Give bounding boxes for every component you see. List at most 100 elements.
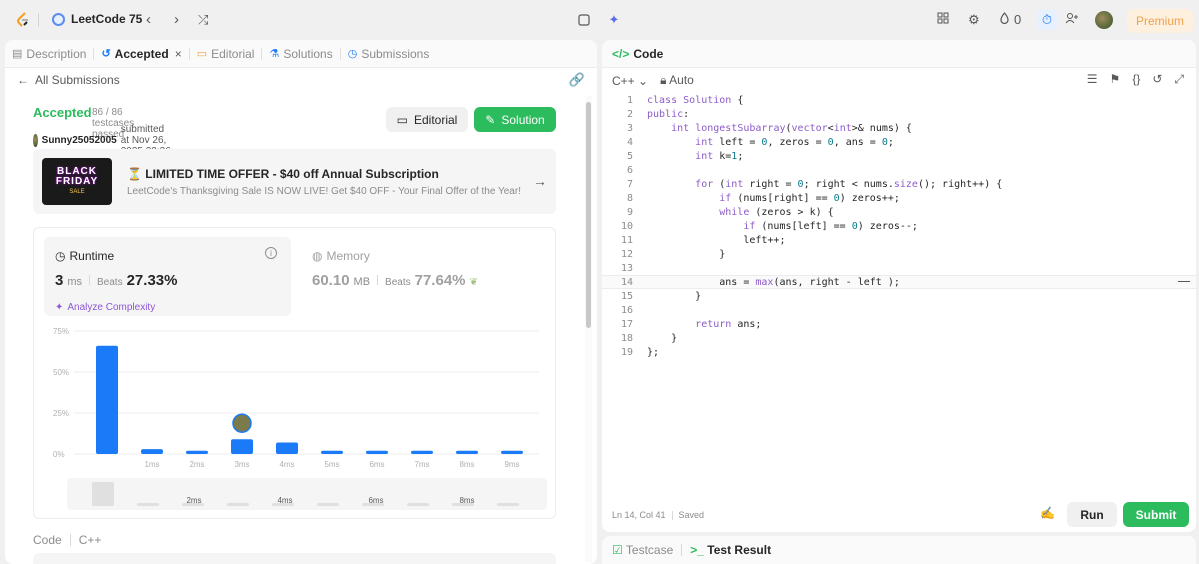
code-line[interactable]: 16 bbox=[602, 303, 1196, 317]
hint-icon[interactable]: ✍ bbox=[1040, 506, 1055, 520]
tab-testcase[interactable]: ☑ Testcase bbox=[612, 543, 673, 557]
description-icon: ▤ bbox=[12, 48, 23, 60]
code-panel-title: Code bbox=[633, 46, 664, 61]
runtime-value: 3 ms Beats 27.33% bbox=[55, 272, 177, 289]
x-tick-label: 5ms bbox=[324, 460, 339, 469]
code-text: if (nums[right] == 0) zeros++; bbox=[719, 192, 900, 204]
clock-icon: ◷ bbox=[55, 249, 66, 263]
solution-button[interactable]: ✎ Solution bbox=[474, 107, 556, 132]
language-select[interactable]: C++ ⌄ bbox=[612, 74, 648, 88]
analyze-complexity-button[interactable]: ✦ Analyze Complexity bbox=[55, 302, 155, 313]
chart-bar[interactable] bbox=[456, 450, 478, 454]
username-link[interactable]: Sunny25052005 bbox=[42, 135, 117, 146]
promo-banner[interactable]: BLACK FRIDAY SALE ⏳ LIMITED TIME OFFER -… bbox=[33, 149, 556, 214]
streak-button[interactable]: 0 bbox=[999, 12, 1021, 27]
code-line[interactable]: 11 left++; bbox=[602, 233, 1196, 247]
range-bar bbox=[92, 482, 114, 506]
code-line[interactable]: 8 if (nums[right] == 0) zeros++; bbox=[602, 191, 1196, 205]
note-icon bbox=[578, 14, 590, 26]
editor-actions: ☰ ⚑ {} ↺ ⤢ bbox=[1087, 72, 1184, 87]
tab-solutions[interactable]: ⚗ Solutions bbox=[262, 40, 339, 68]
timer-button[interactable]: ⏱ bbox=[1037, 10, 1057, 30]
chart-bar[interactable] bbox=[96, 345, 118, 454]
code-line[interactable]: 18 } bbox=[602, 331, 1196, 345]
run-button[interactable]: Run bbox=[1067, 502, 1117, 527]
reset-icon[interactable]: ↺ bbox=[1152, 72, 1162, 87]
ai-sparkle-button[interactable]: ✦ bbox=[603, 10, 625, 30]
book-icon: ▭ bbox=[396, 112, 408, 127]
settings-button[interactable]: ⚙ bbox=[968, 12, 980, 28]
share-link-icon[interactable]: 🔗 bbox=[569, 72, 585, 88]
code-icon: </> bbox=[612, 46, 630, 61]
runtime-card[interactable]: ◷ Runtime i 3 ms Beats 27.33% ✦ Analyze … bbox=[44, 237, 291, 316]
tab-submissions[interactable]: ◷ Submissions bbox=[341, 40, 437, 68]
chart-bar[interactable] bbox=[366, 450, 388, 454]
tab-test-result[interactable]: >_ Test Result bbox=[690, 543, 771, 557]
code-line[interactable]: 4 int left = 0, zeros = 0, ans = 0; bbox=[602, 135, 1196, 149]
tab-accepted[interactable]: ↺ Accepted × bbox=[94, 40, 188, 68]
leetcode-logo-icon[interactable] bbox=[14, 11, 32, 29]
code-line[interactable]: 7 for (int right = 0; right < nums.size(… bbox=[602, 177, 1196, 191]
code-line[interactable]: 13 bbox=[602, 261, 1196, 275]
chart-bar[interactable] bbox=[186, 450, 208, 454]
chart-bar[interactable] bbox=[501, 450, 523, 454]
chart-bar[interactable] bbox=[141, 449, 163, 454]
code-line[interactable]: 3 int longestSubarray(vector<int>& nums)… bbox=[602, 121, 1196, 135]
problem-list-title[interactable]: LeetCode 75 bbox=[52, 12, 142, 26]
braces-icon[interactable]: {} bbox=[1132, 72, 1140, 87]
auto-mode[interactable]: 🔒︎ Auto bbox=[660, 73, 694, 88]
prev-problem-button[interactable]: ‹ bbox=[146, 12, 151, 28]
range-selector[interactable]: 2ms 4ms 6ms 8ms bbox=[67, 478, 547, 510]
code-line[interactable]: 5 int k=1; bbox=[602, 149, 1196, 163]
info-icon[interactable]: i bbox=[265, 247, 277, 259]
bookmark-icon[interactable]: ⚑ bbox=[1110, 72, 1121, 87]
layout-button[interactable] bbox=[937, 12, 949, 27]
code-text: for (int right = 0; right < nums.size();… bbox=[695, 178, 1003, 190]
line-number: 1 bbox=[626, 94, 633, 106]
submit-button[interactable]: Submit bbox=[1123, 502, 1189, 527]
code-line[interactable]: 2 public: bbox=[602, 107, 1196, 121]
chart-bar[interactable] bbox=[276, 442, 298, 454]
code-line[interactable]: 17 return ans; bbox=[602, 317, 1196, 331]
memory-card[interactable]: ◍ Memory bbox=[312, 249, 370, 263]
chart-bar[interactable] bbox=[231, 439, 253, 454]
next-problem-button[interactable]: › bbox=[174, 12, 179, 28]
test-panel-tabs: ☑ Testcase >_ Test Result bbox=[602, 536, 1196, 564]
code-text: ans = max(ans, right - left ); bbox=[647, 276, 900, 288]
clock-icon: ◷ bbox=[347, 48, 358, 60]
close-tab-icon[interactable]: × bbox=[175, 47, 182, 61]
memory-icon: ◍ bbox=[312, 249, 323, 263]
code-line[interactable]: 6 bbox=[602, 163, 1196, 177]
history-icon: ↺ bbox=[101, 48, 111, 60]
editorial-button[interactable]: ▭ Editorial bbox=[386, 107, 468, 132]
note-toggle-button[interactable] bbox=[573, 10, 595, 30]
all-submissions-link[interactable]: ← All Submissions bbox=[17, 73, 120, 87]
code-line[interactable]: 15 } bbox=[602, 289, 1196, 303]
line-number: 17 bbox=[620, 318, 633, 330]
chart-bar[interactable] bbox=[321, 450, 343, 454]
leaf-icon: ❦ bbox=[469, 277, 478, 288]
code-line[interactable]: 19}; bbox=[602, 345, 1196, 359]
x-tick-label: 7ms bbox=[414, 460, 429, 469]
shuffle-button[interactable]: ⤮ bbox=[198, 12, 208, 28]
line-number: 15 bbox=[620, 290, 633, 302]
format-icon[interactable]: ☰ bbox=[1087, 72, 1098, 87]
code-line[interactable]: 10 if (nums[left] == 0) zeros--; bbox=[602, 219, 1196, 233]
code-editor[interactable]: 1 class Solution {2 public: 3 int longestSu… bbox=[602, 93, 1196, 393]
tab-description[interactable]: ▤ Description bbox=[5, 40, 93, 68]
scrollbar-thumb[interactable] bbox=[586, 102, 591, 328]
add-friend-button[interactable] bbox=[1065, 12, 1079, 27]
code-text: if (nums[left] == 0) zeros--; bbox=[743, 220, 918, 232]
code-text: class Solution { bbox=[647, 94, 744, 106]
chart-bar[interactable] bbox=[411, 450, 433, 454]
avatar[interactable] bbox=[1095, 11, 1113, 29]
code-line[interactable]: 9 while (zeros > k) { bbox=[602, 205, 1196, 219]
premium-button[interactable]: Premium bbox=[1127, 9, 1193, 33]
code-line[interactable]: 1 class Solution { bbox=[602, 93, 1196, 107]
divider bbox=[69, 534, 71, 546]
code-language: C++ bbox=[78, 533, 102, 547]
expand-icon[interactable]: ⤢ bbox=[1174, 72, 1184, 87]
tab-editorial[interactable]: ▭ Editorial bbox=[190, 40, 262, 68]
code-line[interactable]: 12 } bbox=[602, 247, 1196, 261]
code-line[interactable]: 14 ans = max(ans, right - left ); bbox=[602, 275, 1196, 289]
